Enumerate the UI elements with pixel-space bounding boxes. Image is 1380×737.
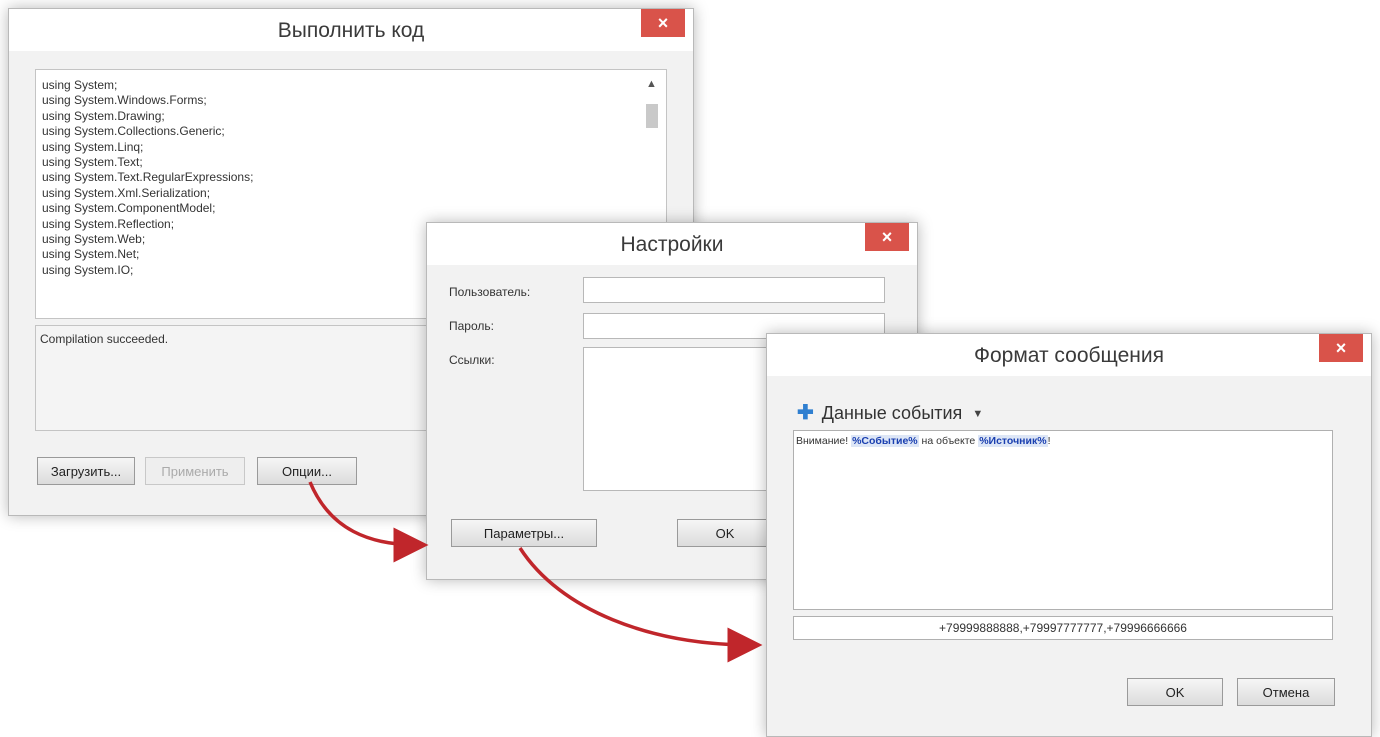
- phone-numbers-field[interactable]: +79999888888,+79997777777,+79996666666: [793, 616, 1333, 640]
- code-lines: using System; using System.Windows.Forms…: [42, 78, 253, 278]
- code-line: using System.Linq;: [42, 139, 144, 154]
- user-label: Пользователь:: [449, 285, 531, 299]
- ok-button[interactable]: OK: [677, 519, 773, 547]
- chevron-down-icon: ▼: [972, 408, 984, 421]
- close-button[interactable]: ×: [641, 9, 685, 37]
- code-line: using System.Collections.Generic;: [42, 124, 225, 139]
- options-button[interactable]: Опции...: [257, 457, 357, 485]
- code-line: using System.Windows.Forms;: [42, 93, 207, 108]
- links-label: Ссылки:: [449, 353, 495, 367]
- event-data-menu[interactable]: ✚ Данные события ▼: [797, 400, 983, 425]
- close-icon: ×: [1335, 338, 1347, 358]
- code-line: using System.Text;: [42, 155, 143, 170]
- plus-icon: ✚: [797, 402, 814, 424]
- cancel-button[interactable]: Отмена: [1237, 678, 1335, 706]
- message-prefix: Внимание!: [796, 435, 852, 447]
- close-button[interactable]: ×: [1319, 334, 1363, 362]
- message-template-editor[interactable]: Внимание! %Событие% на объекте %Источник…: [793, 430, 1333, 610]
- window-title: Формат сообщения: [767, 334, 1371, 376]
- close-icon: ×: [881, 227, 893, 247]
- close-icon: ×: [657, 13, 669, 33]
- apply-button[interactable]: Применить: [145, 457, 245, 485]
- code-line: using System.ComponentModel;: [42, 201, 216, 216]
- event-data-label: Данные события: [821, 403, 963, 423]
- message-format-window: Формат сообщения × ✚ Данные события ▼ Вним…: [766, 333, 1372, 737]
- scroll-thumb[interactable]: [646, 104, 658, 128]
- load-button[interactable]: Загрузить...: [37, 457, 135, 485]
- code-line: using System.Drawing;: [42, 108, 165, 123]
- code-line: using System.Xml.Serialization;: [42, 185, 211, 200]
- source-token: %Источник%: [978, 435, 1048, 447]
- code-line: using System;: [42, 78, 118, 92]
- user-field[interactable]: [583, 277, 885, 303]
- code-line: using System.Net;: [42, 247, 140, 262]
- message-suffix: !: [1047, 435, 1051, 447]
- code-line: using System.Web;: [42, 232, 146, 247]
- ok-button[interactable]: OK: [1127, 678, 1223, 706]
- password-label: Пароль:: [449, 319, 494, 333]
- parameters-button[interactable]: Параметры...: [451, 519, 597, 547]
- window-title: Выполнить код: [9, 9, 693, 51]
- code-line: using System.Text.RegularExpressions;: [42, 170, 254, 185]
- close-button[interactable]: ×: [865, 223, 909, 251]
- scroll-up-icon[interactable]: ▲: [646, 78, 657, 90]
- code-line: using System.IO;: [42, 262, 134, 277]
- event-token: %Событие%: [851, 435, 919, 447]
- code-line: using System.Reflection;: [42, 216, 175, 231]
- window-title: Настройки: [427, 223, 917, 265]
- message-middle: на объекте: [918, 435, 979, 447]
- compile-status: Compilation succeeded.: [40, 332, 169, 346]
